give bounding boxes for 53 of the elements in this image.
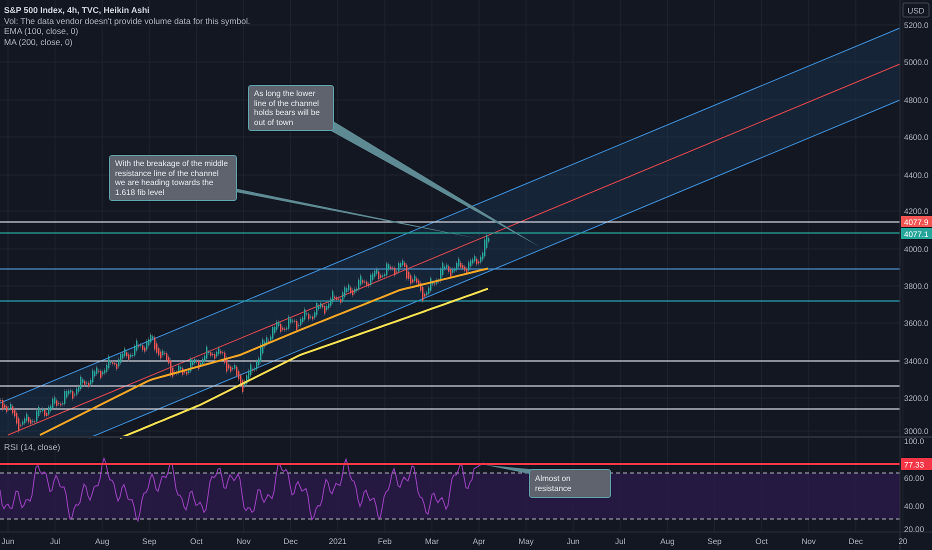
time-axis-label: Jul <box>50 537 60 546</box>
time-axis-label: Aug <box>95 537 110 546</box>
price-axis-label: 3400.0 <box>904 357 928 366</box>
price-axis-label: 3600.0 <box>904 319 928 328</box>
price-badge: 4077.9 <box>901 216 932 227</box>
rsi-title[interactable]: RSI (14, close) <box>4 442 60 452</box>
time-axis-label: Jun <box>566 537 580 546</box>
indicator-label[interactable]: Vol: The data vendor doesn't provide volume data for this symbol. <box>4 16 250 26</box>
time-axis-label: Oct <box>190 537 203 546</box>
rsi-axis-label: 60.00 <box>904 474 924 483</box>
price-axis-label: 3200.0 <box>904 394 928 403</box>
time-axis-label: 20 <box>898 537 908 546</box>
callout-note[interactable]: With the breakage of the middle resistance line of the channel we are heading towards the 1.618 fib level <box>109 155 237 201</box>
time-axis-label: Jun <box>2 537 14 546</box>
price-axis-label: 3800.0 <box>904 282 928 291</box>
price-axis-label: 4200.0 <box>904 207 928 216</box>
time-axis-label: Feb <box>378 537 392 546</box>
price-axis-label: 4000.0 <box>904 245 928 254</box>
time-axis-label: Nov <box>236 537 251 546</box>
currency-button[interactable]: USD <box>902 2 930 18</box>
symbol-title[interactable]: S&P 500 Index, 4h, TVC, Heikin Ashi <box>4 5 250 16</box>
time-axis-label: 2021 <box>328 537 347 546</box>
price-axis-label: 5000.0 <box>904 58 928 67</box>
rsi-badge: 77.33 <box>901 458 932 470</box>
time-axis-label: Dec <box>283 537 298 546</box>
rsi-axis-label: 20.00 <box>904 525 924 534</box>
callout-note[interactable]: As long the lower line of the channel holds bears will be out of town <box>248 85 334 131</box>
price-axis-label: 3000.0 <box>904 427 928 436</box>
price-axis-label: 4800.0 <box>904 96 928 105</box>
horizontal-line[interactable] <box>0 268 900 270</box>
horizontal-line[interactable] <box>0 232 900 234</box>
time-axis-label: Sep <box>707 537 722 546</box>
indicator-label[interactable]: MA (200, close, 0) <box>4 36 250 47</box>
rsi-axis-label: 100.0 <box>904 437 924 446</box>
time-axis-label: May <box>518 537 534 546</box>
price-axis-label: 4400.0 <box>904 171 928 180</box>
horizontal-line[interactable] <box>0 300 900 302</box>
price-axis-label: 5200.0 <box>904 21 928 30</box>
time-axis-label: Oct <box>755 537 768 546</box>
callout-note[interactable]: Almost on resistance <box>529 469 611 498</box>
time-axis-label: Nov <box>802 537 816 546</box>
price-axis-label: 4600.0 <box>904 133 928 142</box>
time-axis-label: Dec <box>848 537 863 546</box>
chart-canvas[interactable] <box>0 0 932 550</box>
channel-lower-line[interactable] <box>88 100 900 438</box>
time-axis-label: Mar <box>425 537 439 546</box>
rsi-axis-label: 40.00 <box>904 502 924 511</box>
indicator-label[interactable]: EMA (100, close, 0) <box>4 26 250 36</box>
time-axis-label: Jul <box>615 537 626 546</box>
time-axis-label: Aug <box>660 537 675 546</box>
price-badge: 4077.1 <box>901 228 932 239</box>
time-axis-label: Apr <box>472 537 486 546</box>
time-axis-label: Sep <box>142 537 156 546</box>
